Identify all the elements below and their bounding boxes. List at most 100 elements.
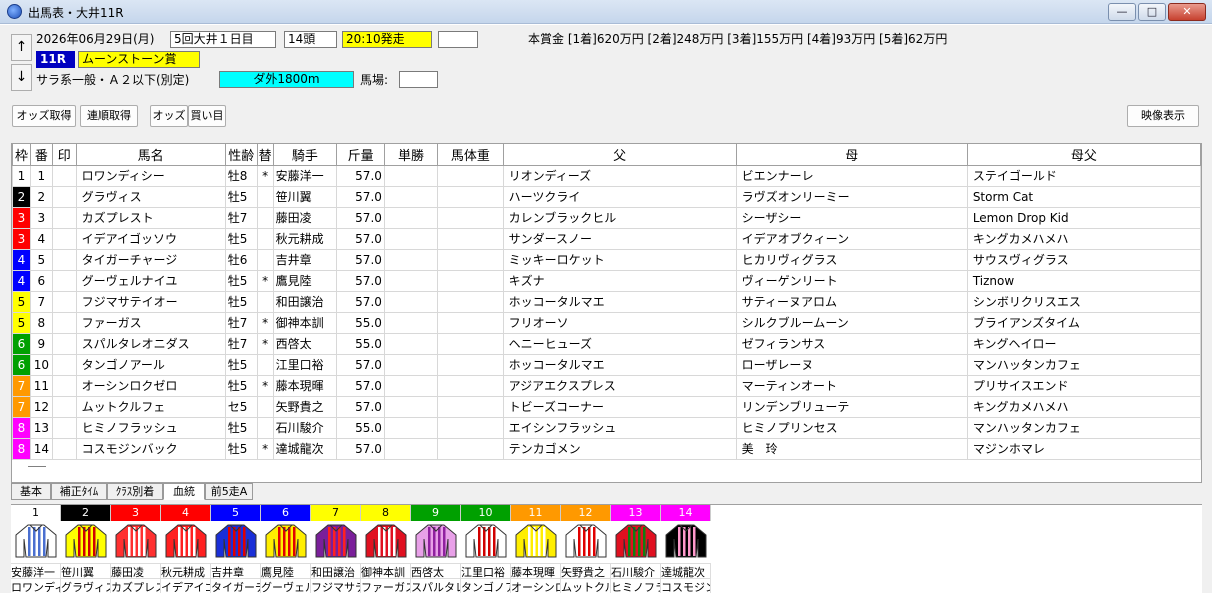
silk-card[interactable]: 8 御神本訓 ファーガス [361,505,411,593]
cell-odds [383,206,439,229]
tab-3[interactable]: 血統 [163,483,205,500]
horse-row[interactable]: 2 2 グラヴィス 牡5 笹川翼 57.0 ハーツクライ ラヴズオンリーミー Storm Cat [12,185,1202,208]
horse-row[interactable]: 4 5 タイガーチャージ 牡6 吉井章 57.0 ミッキーロケット ヒカリヴィグラス サウスヴィ… [12,248,1202,271]
silk-card[interactable]: 9 西啓太 スパルタレ [411,505,461,593]
silk-card[interactable]: 14 達城龍次 コスモジン [661,505,711,593]
cell-sexage: 牡7 [224,332,258,355]
cell-dam: シーザシー [735,206,968,229]
cell-sexage: 牡5 [224,185,258,208]
silk-card[interactable]: 7 和田譲治 フジマサテ [311,505,361,593]
horse-row[interactable]: 3 3 カズプレスト 牡7 藤田凌 57.0 カレンブラックヒル シーザシー Lemon Dro… [12,206,1202,229]
silk-number: 13 [611,505,661,521]
column-header-bms-col[interactable]: 母父 [966,144,1202,166]
horse-row[interactable]: 4 6 グーヴェルナイユ 牡5 * 鷹見陸 57.0 キズナ ヴィーゲンリート Tiznow [12,269,1202,292]
cell-num: 9 [29,332,53,355]
silk-jockey-name: 御神本訓 [361,563,411,578]
silk-card[interactable]: 1 安藤洋一 ロワンディ [11,505,61,593]
cell-waku: 6 [12,332,31,355]
silk-card[interactable]: 4 秋元耕成 イデアイゴ [161,505,211,593]
column-header-odds-col[interactable]: 単勝 [383,144,439,166]
cell-jockey: 笹川翼 [272,185,338,208]
column-header-sire-col[interactable]: 父 [502,144,737,166]
odds-button[interactable]: オッズ [150,105,188,127]
horse-row[interactable]: 8 14 コスモジンバック 牡5 * 達城龍次 57.0 テンカゴメン美 玲マジンホマレ [12,437,1202,460]
silk-card[interactable]: 13 石川駿介 ヒミノフラ [611,505,661,593]
silk-card[interactable]: 5 吉井章 タイガーチ [211,505,261,593]
cell-waku: 8 [12,416,31,439]
maximize-button[interactable]: □ [1138,3,1166,21]
cell-name: イデアイゴッソウ [75,227,226,250]
cell-change: * [256,269,274,292]
horse-row[interactable]: 6 10 タンゴノアール 牡5 江里口裕 57.0 ホッコータルマエ ローザレーヌ マンハッタン… [12,353,1202,376]
cell-change [256,395,274,418]
horse-row[interactable]: 7 11 オーシンロクゼロ 牡5 * 藤本現暉 57.0 アジアエクスプレス マーティンオートプ… [12,374,1202,397]
cell-mark [51,332,77,355]
horse-row[interactable]: 3 4 イデアイゴッソウ 牡5 秋元耕成 57.0 サンダースノー イデアオブクィーン キングカ… [12,227,1202,250]
cell-dam: ローザレーヌ [735,353,968,376]
column-header-num-col[interactable]: 番 [29,144,53,166]
tab-2[interactable]: ｸﾗｽ別着 [107,483,163,500]
minimize-button[interactable]: — [1108,3,1136,21]
video-button[interactable]: 映像表示 [1127,105,1199,127]
cell-mark [51,227,77,250]
cell-jockey: 安藤洋一 [272,164,338,187]
silk-horse-name: グラヴィス [61,578,111,593]
silk-horse-name: フジマサテ [311,578,361,593]
cell-num: 13 [29,416,53,439]
cell-dam: ヴィーゲンリート [735,269,968,292]
cell-odds [383,416,439,439]
horse-row[interactable]: 7 12 ムットクルフェ セ5 矢野貴之 57.0 トビーズコーナー リンデンブリューテ キング… [12,395,1202,418]
horse-row[interactable]: 5 8 ファーガス 牡7 * 御神本訓 55.0 フリオーソ シルクブルームーン ブライアンズタイ… [12,311,1202,334]
cell-num: 1 [29,164,53,187]
racing-silk-icon [65,524,107,558]
column-header-name-col[interactable]: 馬名 [75,144,226,166]
cell-num: 3 [29,206,53,229]
silk-card[interactable]: 6 鷹見陸 グーヴェル [261,505,311,593]
horse-row[interactable]: 5 7 フジマサテイオー 牡5 和田譲治 57.0 ホッコータルマエ サティーヌアロム シンボリ… [12,290,1202,313]
cell-jockey: 藤田凌 [272,206,338,229]
cell-name: グーヴェルナイユ [75,269,226,292]
baba-field[interactable] [399,71,438,88]
cell-waku: 5 [12,311,31,334]
cell-bms: シンボリクリスエス [966,290,1202,313]
cell-jockey: 西啓太 [272,332,338,355]
entries-field: 14頭 [284,31,337,48]
tab-4[interactable]: 前5走A [205,483,253,500]
silk-card[interactable]: 10 江里口裕 タンゴノア [461,505,511,593]
column-header-sexage-col[interactable]: 性齢 [224,144,258,166]
next-race-button[interactable]: ↓ [11,64,32,91]
kaime-button[interactable]: 買い目 [188,105,226,127]
column-header-bw-col[interactable]: 馬体重 [437,144,504,166]
column-header-jockey-col[interactable]: 騎手 [272,144,338,166]
cell-jockey: 御神本訓 [272,311,338,334]
cell-name: タイガーチャージ [75,248,226,271]
column-header-mark-col[interactable]: 印 [51,144,77,166]
cell-weight: 57.0 [336,290,385,313]
column-header-change-col[interactable]: 替 [256,144,274,166]
tab-1[interactable]: 補正ﾀｲﾑ [51,483,107,500]
close-button[interactable]: ✕ [1168,3,1206,21]
cell-change [256,206,274,229]
silk-card[interactable]: 3 藤田凌 カズプレス [111,505,161,593]
row-splitter[interactable] [28,466,46,467]
cell-odds [383,437,439,460]
renpuku-fetch-button[interactable]: 連順取得 [80,105,138,127]
extra-field[interactable] [438,31,478,48]
column-header-dam-col[interactable]: 母 [735,144,968,166]
column-header-waku-col[interactable]: 枠 [12,144,31,166]
cell-name: オーシンロクゼロ [75,374,226,397]
silk-card[interactable]: 11 藤本現暉 オーシンロ [511,505,561,593]
silk-card[interactable]: 12 矢野貴之 ムットクル [561,505,611,593]
odds-fetch-button[interactable]: オッズ取得 [12,105,76,127]
horse-row[interactable]: 8 13 ヒミノフラッシュ 牡5 石川駿介 55.0 エイシンフラッシュ ヒミノプリンセス マン… [12,416,1202,439]
cell-sexage: セ5 [224,395,258,418]
silk-number: 11 [511,505,561,521]
column-header-weight-col[interactable]: 斤量 [336,144,385,166]
horse-row[interactable]: 1 1 ロワンディシー 牡8 * 安藤洋一 57.0 リオンディーズ ビエンナーレ ステイゴールド [12,164,1202,187]
tab-0[interactable]: 基本 [11,483,51,500]
cell-sire: リオンディーズ [502,164,737,187]
silk-card[interactable]: 2 笹川翼 グラヴィス [61,505,111,593]
prev-race-button[interactable]: ↑ [11,34,32,61]
horse-row[interactable]: 6 9 スパルタレオニダス 牡7 * 西啓太 55.0 ヘニーヒューズ ゼフィランサス キングヘイ… [12,332,1202,355]
cell-odds [383,395,439,418]
